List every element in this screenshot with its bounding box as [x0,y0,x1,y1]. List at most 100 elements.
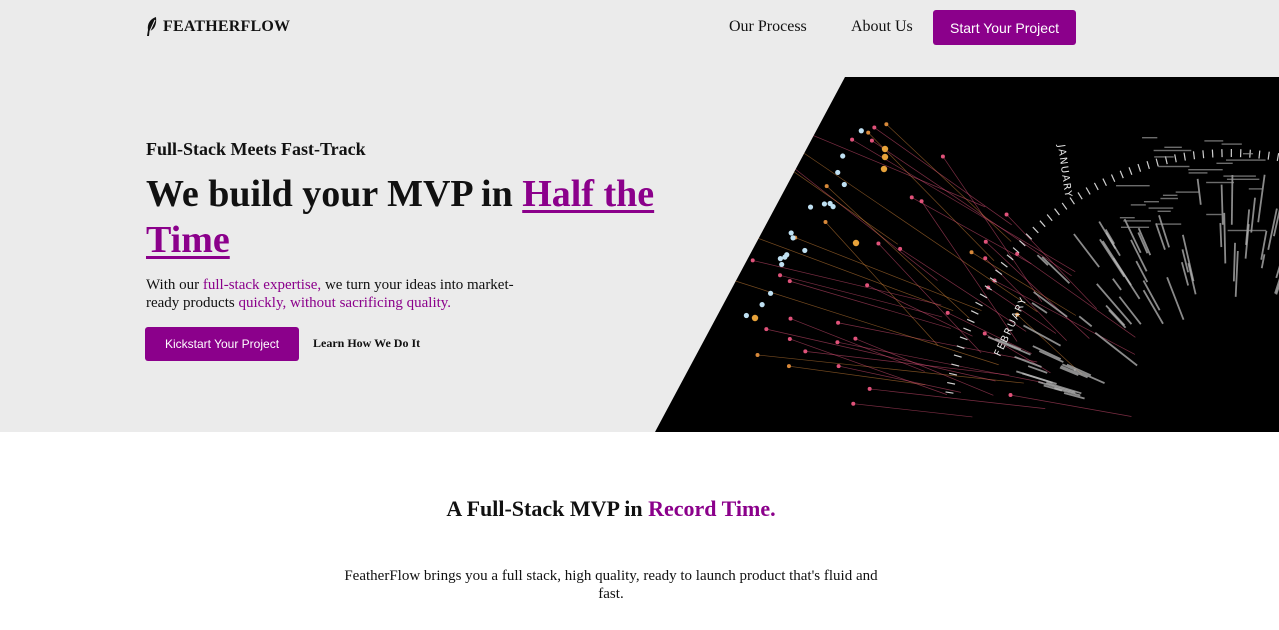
viz-point [827,200,833,207]
viz-point [824,184,829,189]
viz-point [865,283,870,288]
viz-point [779,261,785,268]
viz-point [1004,212,1009,217]
viz-point [802,247,808,254]
viz-text-line [1119,217,1135,219]
viz-point [945,310,950,315]
viz-point [881,153,889,161]
viz-point [872,125,877,130]
viz-text-line [1123,220,1151,222]
viz-text-line [1155,223,1182,225]
viz-point [807,204,814,210]
learn-how-link[interactable]: Learn How We Do It [313,336,420,351]
viz-point [851,401,856,406]
viz-point [869,138,874,143]
kickstart-project-button[interactable]: Kickstart Your Project [145,327,299,361]
viz-point [835,169,841,176]
viz-point [787,336,792,341]
section-description: FeatherFlow brings you a full stack, hig… [344,568,878,602]
viz-text-line [1206,213,1222,216]
viz-text-line [1226,178,1260,180]
section-title-text: A Full-Stack MVP in [446,496,649,521]
viz-text-line [1142,137,1158,139]
section-title-accent: Record Time. [648,496,776,521]
lead-highlight-2: quickly, without sacrificing quality. [238,295,452,311]
viz-point [743,312,749,319]
viz-point [745,129,750,134]
viz-text-line [1130,204,1146,206]
viz-point [840,153,846,159]
viz-text-line [1206,181,1234,184]
viz-text-line [1188,172,1208,174]
viz-text-line [1153,149,1192,152]
viz-point [884,122,889,127]
viz-point [767,115,772,120]
viz-text-line [1175,191,1199,193]
viz-point [866,130,871,135]
viz-point [786,364,791,369]
viz-point [836,320,841,325]
viz-point [720,222,725,227]
viz-point [750,258,755,263]
viz-point [821,201,828,207]
hero-lead: With our full-stack expertise, we turn y… [146,276,546,312]
viz-text-line [1157,210,1171,212]
hero-section: JANUARY FEBRUARY FEATHERFLOW Our Process… [0,0,1279,432]
viz-point [787,279,792,284]
brand-logo[interactable]: FEATHERFLOW [146,17,290,37]
viz-text-line [1120,226,1150,228]
viz-text-line [1143,201,1159,203]
viz-point [852,239,860,247]
viz-point [784,252,790,258]
viz-point [841,181,847,188]
lead-text-1: With our [146,277,203,293]
viz-point [788,230,794,236]
start-project-button[interactable]: Start Your Project [933,10,1076,45]
hero-eyebrow: Full-Stack Meets Fast-Track [146,139,366,159]
lead-highlight-1: full-stack expertise, [202,277,322,293]
feather-icon [147,17,157,36]
viz-point [803,349,808,354]
viz-point [790,235,796,241]
viz-point [983,239,988,244]
viz-point [909,195,914,200]
viz-text-line [1226,159,1266,161]
viz-text-line [1116,185,1150,187]
viz-point [850,137,855,142]
viz-point [982,331,987,336]
viz-text-line [1154,156,1174,158]
viz-point [853,336,858,341]
viz-point [898,246,903,251]
viz-text-line [1204,140,1224,142]
viz-point [1008,393,1013,398]
viz-text-line [1164,146,1182,148]
nav-link-our-process[interactable]: Our Process [729,18,807,36]
viz-text-line [1162,194,1178,196]
brand-name: FEATHERFLOW [163,18,291,35]
viz-text-line [1221,143,1242,145]
nav-link-about-us[interactable]: About Us [851,18,913,36]
viz-point [969,250,974,255]
viz-point [881,145,889,153]
top-nav: FEATHERFLOW Our Process About Us Start Y… [0,0,1279,55]
viz-text-line [1188,169,1223,171]
viz-text-line [1248,188,1263,190]
headline-text: We build your MVP in [146,173,523,215]
hero-headline: We build your MVP in Half the Time [146,171,706,263]
viz-text-line [1160,197,1178,200]
viz-text-line [1216,162,1233,164]
viz-tick [1202,150,1205,159]
viz-text-line [1158,165,1190,168]
viz-point [770,130,775,135]
viz-point [777,256,783,262]
viz-text-line [1223,175,1256,177]
viz-text-line [1227,229,1267,232]
viz-point [755,352,760,357]
viz-point [858,128,864,134]
viz-point [742,135,747,140]
viz-point [983,256,988,261]
viz-point [724,276,729,281]
viz-point [940,154,945,159]
section-title: A Full-Stack MVP in Record Time. [340,495,882,522]
viz-point [919,199,924,204]
